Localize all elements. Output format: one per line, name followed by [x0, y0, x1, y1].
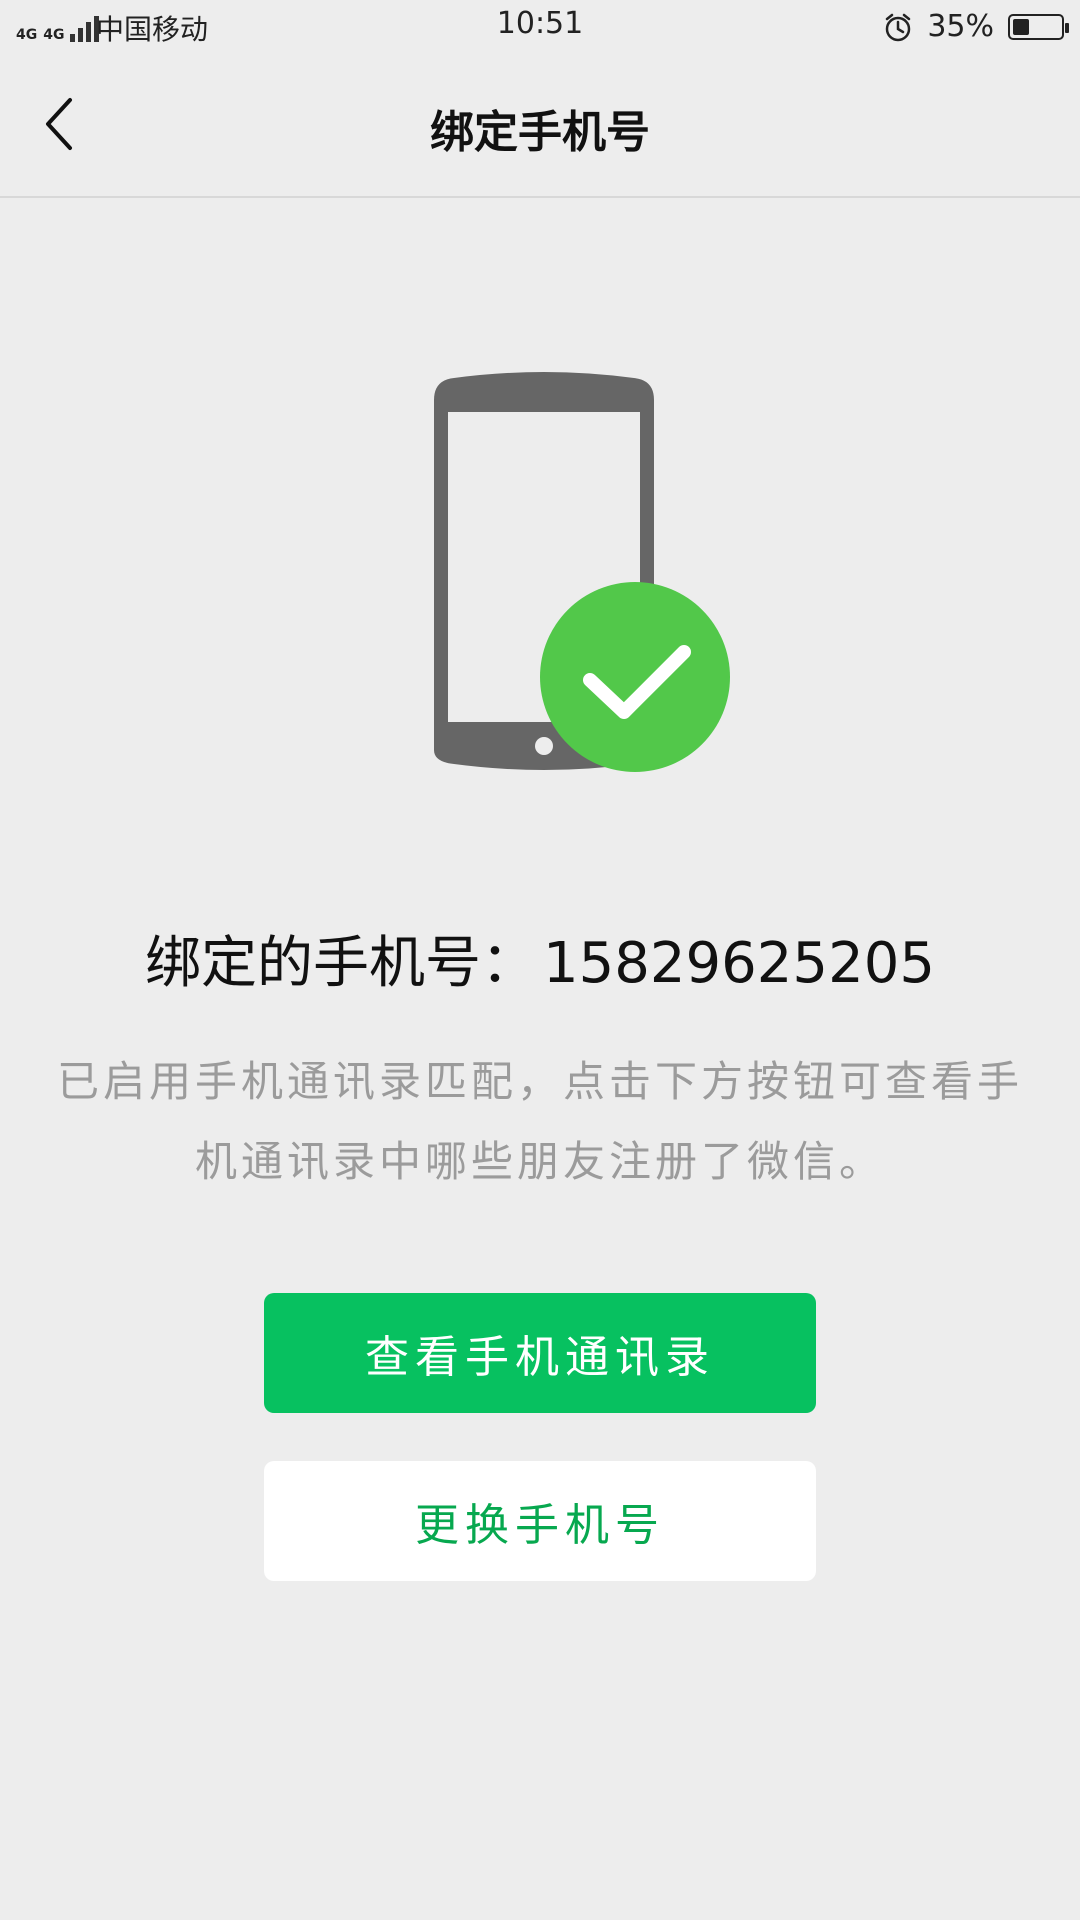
phone-check-icon — [434, 370, 734, 772]
change-number-button[interactable]: 更换手机号 — [264, 1461, 816, 1581]
description-text: 已启用手机通讯录匹配，点击下方按钮可查看手机通讯录中哪些朋友注册了微信。 — [56, 1057, 1023, 1186]
alarm-clock-icon — [883, 12, 913, 42]
bound-phone-line: 绑定的手机号： 15829625205 — [0, 918, 1080, 999]
battery-percent: 35% — [927, 9, 994, 44]
page-title: 绑定手机号 — [430, 107, 650, 158]
bound-label: 绑定的手机号： — [145, 931, 538, 996]
status-right: 35% — [883, 9, 1069, 44]
phone-number: 15829625205 — [543, 931, 935, 996]
battery-fill — [1013, 18, 1029, 35]
view-contacts-button[interactable]: 查看手机通讯录 — [264, 1293, 816, 1413]
nav-bar: 绑定手机号 — [0, 52, 1080, 198]
status-bar: 4G 4G 中国移动 10:51 35% — [0, 0, 1080, 52]
battery-icon — [1008, 13, 1069, 40]
